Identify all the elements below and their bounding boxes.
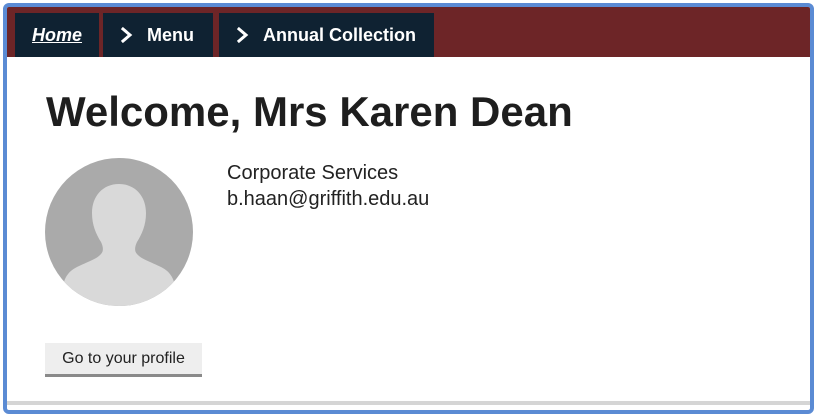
department-text: Corporate Services — [227, 162, 399, 184]
app-frame: Home Menu Annual Collection Welcome, Mrs… — [3, 3, 814, 414]
breadcrumb-home-link[interactable]: Home — [15, 13, 99, 57]
bottom-divider — [7, 401, 810, 405]
breadcrumb-annual-collection-link[interactable]: Annual Collection — [219, 13, 434, 57]
chevron-right-icon — [237, 13, 253, 57]
breadcrumb-menu-label: Menu — [147, 25, 194, 45]
email-text: b.haan@griffith.edu.au — [227, 188, 430, 210]
breadcrumb-bar: Home Menu Annual Collection — [7, 7, 810, 57]
go-to-profile-button[interactable]: Go to your profile — [45, 343, 202, 377]
user-info: Corporate Services b.haan@griffith.edu.a… — [227, 160, 429, 212]
breadcrumb-menu-link[interactable]: Menu — [103, 13, 213, 57]
breadcrumb-annual-collection-label: Annual Collection — [263, 25, 416, 45]
chevron-right-icon — [121, 13, 137, 57]
page-title: Welcome, Mrs Karen Dean — [46, 88, 573, 135]
user-silhouette-icon — [45, 158, 193, 306]
